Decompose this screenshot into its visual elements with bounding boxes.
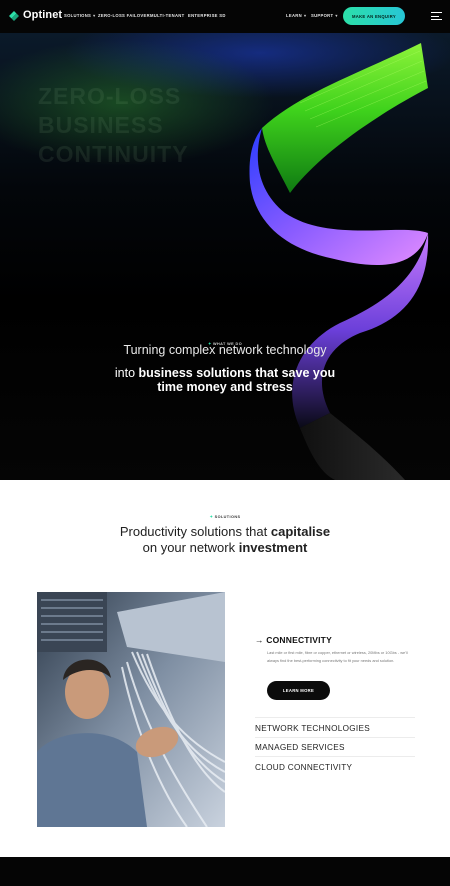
divider [255, 737, 415, 738]
solutions-heading-plain-1: Productivity solutions that [119, 524, 271, 539]
footer-band [0, 857, 450, 886]
solutions-heading-plain-2: on your network [142, 540, 239, 555]
solutions-eyebrow-label: SOLUTIONS [214, 515, 241, 519]
learn-more-button[interactable]: LEARN MORE [267, 681, 330, 700]
make-an-enquiry-button[interactable]: MAKE AN ENQUIRY [343, 7, 405, 25]
top-navigation: Optinet SOLUTIONS ▾ ZERO-LOSS FAILOVER MU… [0, 0, 450, 33]
hero-line-3: time money and stress [157, 380, 293, 394]
divider [255, 717, 415, 718]
nav-support[interactable]: SUPPORT ▾ [311, 13, 338, 18]
connectivity-title: CONNECTIVITY [266, 635, 332, 645]
nav-solutions[interactable]: SOLUTIONS ▾ [64, 13, 95, 18]
nav-solutions-label: SOLUTIONS [64, 13, 92, 18]
nav-enterprise-sd[interactable]: ENTERPRISE SD [188, 13, 226, 18]
hero-line-2: into business solutions that save you [0, 366, 450, 380]
nav-support-label: SUPPORT [311, 13, 334, 18]
chevron-down-icon: ▾ [335, 13, 338, 18]
solutions-heading-bold-2: investment [238, 540, 308, 555]
nav-zero-loss-failover[interactable]: ZERO-LOSS FAILOVER [98, 13, 150, 18]
hero-line-2-bold: business solutions that save you [138, 366, 336, 380]
solution-item-network-technologies[interactable]: NETWORK TECHNOLOGIES [255, 724, 370, 733]
hero-section: ZERO-LOSS BUSINESS CONTINUITY ✦ WHAT WE … [0, 33, 450, 480]
chevron-down-icon: ▾ [303, 13, 307, 18]
solution-item-cloud-connectivity[interactable]: CLOUD CONNECTIVITY [255, 763, 352, 772]
technician-photo [37, 592, 225, 827]
nav-multi-tenant[interactable]: MULTI-TENANT [150, 13, 184, 18]
brand-logo[interactable]: Optinet [8, 9, 62, 21]
solution-item-managed-services[interactable]: MANAGED SERVICES [255, 743, 345, 752]
nav-learn-label: LEARN [286, 13, 302, 18]
logo-mark-icon [8, 9, 20, 21]
sparkle-icon: ✦ [209, 515, 214, 519]
fiber-ribbon-graphic [249, 43, 429, 480]
connectivity-heading[interactable]: → CONNECTIVITY [255, 635, 332, 645]
brand-name: Optinet [23, 9, 63, 21]
hero-line-1: Turning complex network technology [123, 343, 327, 357]
connectivity-description: Last mile or first mile, fibre or copper… [267, 650, 408, 664]
nav-learn[interactable]: LEARN ▾ [286, 13, 306, 18]
hero-line-2-plain: into [114, 366, 139, 380]
chevron-down-icon: ▾ [93, 13, 96, 18]
hamburger-icon[interactable] [431, 12, 442, 20]
divider [255, 756, 415, 757]
solutions-heading-line-2: on your network investment [0, 540, 450, 555]
solutions-eyebrow: ✦ SOLUTIONS [0, 514, 450, 519]
arrow-right-icon: → [255, 635, 264, 645]
solutions-heading-line-1: Productivity solutions that capitalise [0, 524, 450, 539]
solutions-heading-bold-1: capitalise [270, 524, 331, 539]
